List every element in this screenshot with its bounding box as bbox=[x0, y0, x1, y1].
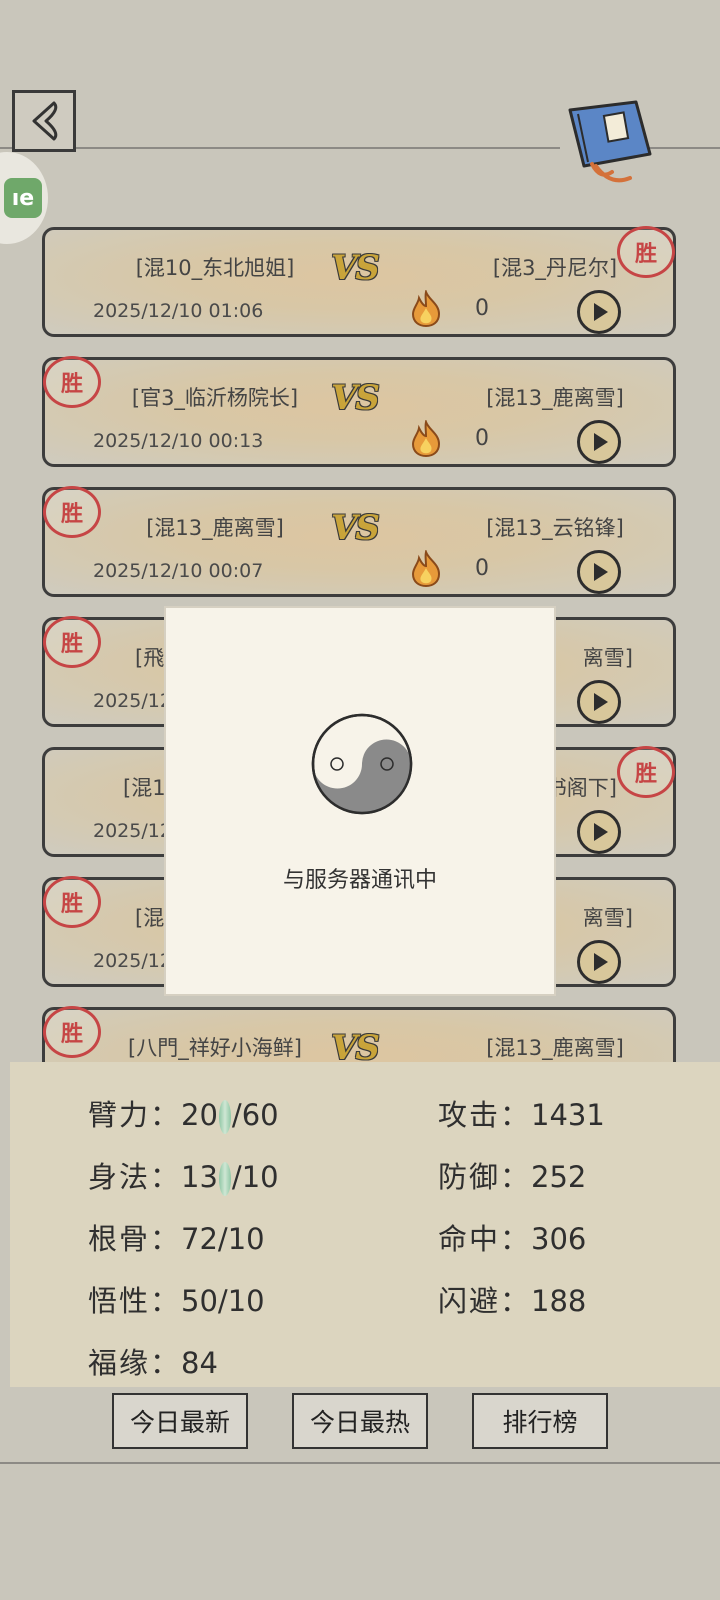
replay-play-button[interactable] bbox=[577, 680, 621, 724]
win-seal: 胜 bbox=[43, 1006, 101, 1058]
battle-record-card[interactable]: 胜 [混10_东北旭姐] VS [混3_丹尼尔] 2025/12/10 01:0… bbox=[42, 226, 676, 337]
stat-value-max: /60 bbox=[231, 1098, 279, 1132]
stat-value: 188 bbox=[531, 1284, 587, 1318]
stat-bone: 根骨：72/10 bbox=[88, 1216, 265, 1258]
battle-date: 2025/12 bbox=[93, 690, 172, 712]
battle-date: 2025/12 bbox=[93, 950, 172, 972]
player-right-name: [混3_丹尼尔] bbox=[492, 256, 618, 280]
player-right-name: [混13_云铭锋] bbox=[486, 516, 624, 540]
player-right-name: [混13_鹿离雪] bbox=[486, 1036, 624, 1060]
stat-label: 防御： bbox=[438, 1160, 532, 1194]
stat-label: 悟性： bbox=[88, 1284, 182, 1318]
replay-play-button[interactable] bbox=[577, 940, 621, 984]
stat-value: 72/10 bbox=[181, 1222, 265, 1256]
vs-emblem: VS bbox=[331, 248, 380, 288]
stat-label: 根骨： bbox=[88, 1222, 182, 1256]
player-right-name: 离雪] bbox=[582, 646, 633, 670]
player-left-name: [八門_祥好小海鲜] bbox=[128, 1036, 302, 1060]
player-right-name: 书阁下] bbox=[545, 776, 617, 800]
leaf-icon bbox=[218, 1100, 231, 1134]
vs-emblem: VS bbox=[331, 378, 380, 418]
stat-value: 13 bbox=[181, 1160, 218, 1194]
stat-defense: 防御：252 bbox=[438, 1154, 586, 1196]
stat-value-max: /10 bbox=[231, 1160, 279, 1194]
server-loading-dialog: 与服务器通讯中 bbox=[164, 606, 556, 996]
stat-arm: 臂力：20/60 bbox=[88, 1092, 279, 1134]
replay-play-button[interactable] bbox=[577, 290, 621, 334]
top-divider-line bbox=[0, 147, 560, 149]
stat-value: 20 bbox=[181, 1098, 218, 1132]
player-left-name: [混 bbox=[135, 906, 165, 930]
vs-emblem: VS bbox=[331, 508, 380, 548]
ranking-button[interactable]: 排行榜 bbox=[472, 1393, 608, 1449]
battle-record-card[interactable]: 胜 [官3_临沂杨院长] VS [混13_鹿离雪] 2025/12/10 00:… bbox=[42, 356, 676, 467]
win-seal: 胜 bbox=[43, 616, 101, 668]
back-button[interactable] bbox=[12, 90, 76, 152]
yin-yang-icon bbox=[311, 713, 413, 815]
stat-wisdom: 悟性：50/10 bbox=[88, 1278, 265, 1320]
stat-luck: 福缘：84 bbox=[88, 1340, 218, 1382]
loading-message: 与服务器通讯中 bbox=[282, 868, 437, 893]
character-stats-panel: 臂力：20/60 身法：13/10 根骨：72/10 悟性：50/10 福缘：8… bbox=[10, 1062, 720, 1387]
stat-label: 闪避： bbox=[438, 1284, 532, 1318]
player-right-name: [混13_鹿离雪] bbox=[486, 386, 624, 410]
today-hot-button[interactable]: 今日最热 bbox=[292, 1393, 428, 1449]
stat-value: 1431 bbox=[531, 1098, 605, 1132]
stat-dodge: 闪避：188 bbox=[438, 1278, 586, 1320]
player-left-name: [官3_临沂杨院长] bbox=[131, 386, 299, 410]
player-left-name: [混10_东北旭姐] bbox=[135, 256, 295, 280]
player-left-name: [混1 bbox=[123, 776, 166, 800]
player-left-name: [飛 bbox=[135, 646, 165, 670]
stat-label: 命中： bbox=[438, 1222, 532, 1256]
battle-record-card[interactable]: 胜 [混13_鹿离雪] VS [混13_云铭锋] 2025/12/10 00:0… bbox=[42, 486, 676, 597]
win-seal: 胜 bbox=[617, 746, 675, 798]
heat-count: 0 bbox=[475, 296, 489, 321]
battle-date: 2025/12/10 01:06 bbox=[93, 300, 264, 322]
stat-value: 306 bbox=[531, 1222, 587, 1256]
flame-icon bbox=[411, 550, 441, 588]
stat-agility: 身法：13/10 bbox=[88, 1154, 279, 1196]
scroll-book-icon[interactable] bbox=[566, 100, 656, 186]
flame-icon bbox=[411, 420, 441, 458]
heat-count: 0 bbox=[475, 556, 489, 581]
stat-label: 攻击： bbox=[438, 1098, 532, 1132]
battle-date: 2025/12/10 00:13 bbox=[93, 430, 264, 452]
player-left-name: [混13_鹿离雪] bbox=[146, 516, 284, 540]
bottom-divider-line bbox=[0, 1462, 720, 1464]
win-seal: 胜 bbox=[43, 486, 101, 538]
stat-label: 身法： bbox=[88, 1160, 182, 1194]
app-badge-icon: ıe bbox=[4, 178, 42, 218]
heat-count: 0 bbox=[475, 426, 489, 451]
stat-value: 50/10 bbox=[181, 1284, 265, 1318]
today-new-button[interactable]: 今日最新 bbox=[112, 1393, 248, 1449]
floating-side-badge[interactable]: ıe bbox=[0, 152, 48, 244]
stat-value: 84 bbox=[181, 1346, 218, 1380]
flame-icon bbox=[411, 290, 441, 328]
stat-label: 臂力： bbox=[88, 1098, 182, 1132]
battle-date: 2025/12/10 00:07 bbox=[93, 560, 264, 582]
leaf-icon bbox=[218, 1162, 231, 1196]
player-right-name: 离雪] bbox=[582, 906, 633, 930]
replay-play-button[interactable] bbox=[577, 810, 621, 854]
replay-play-button[interactable] bbox=[577, 420, 621, 464]
battle-date: 2025/12 bbox=[93, 820, 172, 842]
stat-attack: 攻击：1431 bbox=[438, 1092, 605, 1134]
win-seal: 胜 bbox=[43, 876, 101, 928]
back-arrow-icon bbox=[32, 101, 58, 141]
stat-hit: 命中：306 bbox=[438, 1216, 586, 1258]
stat-label: 福缘： bbox=[88, 1346, 182, 1380]
stat-value: 252 bbox=[531, 1160, 587, 1194]
win-seal: 胜 bbox=[43, 356, 101, 408]
replay-play-button[interactable] bbox=[577, 550, 621, 594]
